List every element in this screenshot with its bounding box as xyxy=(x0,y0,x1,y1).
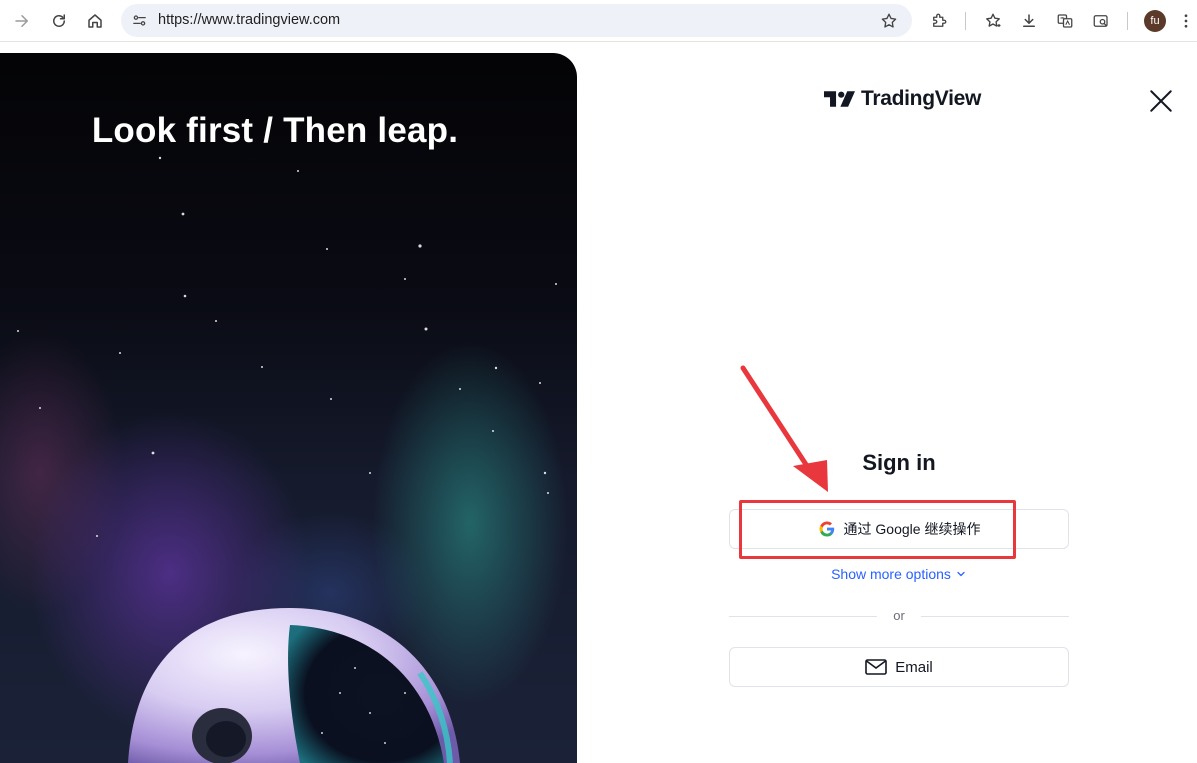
show-more-options-link[interactable]: Show more options xyxy=(729,566,1069,582)
email-sign-in-button[interactable]: Email xyxy=(729,647,1069,687)
translate-icon xyxy=(1057,14,1073,28)
extensions-icon xyxy=(933,13,947,27)
bookmarks-icon xyxy=(986,13,1001,27)
site-info-icon xyxy=(132,14,146,26)
menu-button[interactable] xyxy=(1176,7,1196,35)
show-more-options-label: Show more options xyxy=(831,566,951,582)
bookmarks-button[interactable] xyxy=(979,7,1007,35)
extensions-button[interactable] xyxy=(925,7,953,35)
browser-toolbar: https://www.tradingview.com fu xyxy=(0,0,1197,42)
starfield-illustration xyxy=(17,156,557,763)
reload-icon xyxy=(53,14,65,27)
profile-avatar[interactable]: fu xyxy=(1144,10,1166,32)
hero-headline: Look first / Then leap. xyxy=(91,111,459,150)
email-sign-in-label: Email xyxy=(895,658,933,676)
google-icon xyxy=(819,521,834,537)
forward-icon xyxy=(15,15,28,27)
downloads-button[interactable] xyxy=(1015,7,1043,35)
tradingview-logo[interactable]: TradingView xyxy=(824,86,981,112)
tradingview-logo-icon xyxy=(824,91,855,107)
annotation-arrow xyxy=(740,365,828,492)
reload-button[interactable] xyxy=(45,7,73,35)
close-button[interactable] xyxy=(1146,86,1176,116)
mail-icon xyxy=(865,659,888,675)
toolbar-divider xyxy=(965,12,966,30)
menu-dots-icon xyxy=(1184,14,1188,28)
bookmark-star-icon xyxy=(881,13,897,28)
url-text[interactable]: https://www.tradingview.com xyxy=(158,12,340,28)
divider-line xyxy=(921,616,1069,617)
home-icon xyxy=(88,14,102,28)
download-icon xyxy=(1023,14,1035,27)
home-button[interactable] xyxy=(81,7,109,35)
search-tab-icon xyxy=(1093,15,1108,27)
google-sign-in-label: 通过 Google 继续操作 xyxy=(843,521,981,537)
hero-panel: Look first / Then leap. xyxy=(0,53,577,763)
close-icon xyxy=(1150,90,1172,112)
search-tab-button[interactable] xyxy=(1087,7,1115,35)
google-sign-in-button[interactable]: 通过 Google 继续操作 xyxy=(729,509,1069,549)
toolbar-divider xyxy=(1127,12,1128,30)
brand-name: TradingView xyxy=(861,87,982,110)
bookmark-star-button[interactable] xyxy=(878,10,900,32)
forward-button[interactable] xyxy=(8,7,36,35)
chevron-down-icon xyxy=(957,571,965,577)
or-divider: or xyxy=(729,606,1069,626)
translate-button[interactable] xyxy=(1051,7,1079,35)
site-info-button[interactable] xyxy=(127,8,151,32)
address-bar[interactable]: https://www.tradingview.com xyxy=(121,4,912,37)
sign-in-heading: Sign in xyxy=(862,450,936,475)
